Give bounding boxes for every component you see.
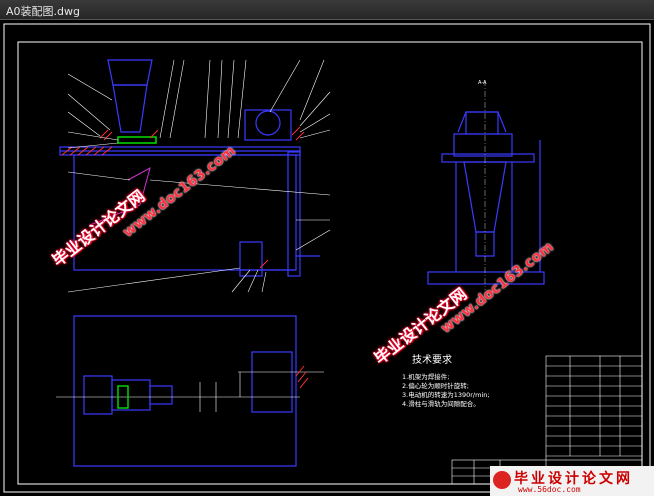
tech-line-3: 3.电动机的转速为1390r/min; [402, 391, 490, 399]
top-view [73, 315, 297, 467]
tech-requirements-title: 技术要求 [412, 355, 452, 366]
top-view-hatch [295, 365, 309, 389]
tech-requirements: 1.机架为焊接件; 2.偏心轮为顺时针旋转; 3.电动机的转速为1390r/mi… [402, 373, 490, 409]
tech-line-2: 2.偏心轮为顺时针旋转; [402, 382, 469, 390]
window-titlebar: A0装配图.dwg [0, 0, 654, 20]
logo-badge-icon [493, 471, 511, 489]
sheet-inner-border [17, 41, 643, 485]
footer-url: www.56doc.com [518, 485, 581, 494]
top-view-shafts [56, 371, 324, 412]
drawing-canvas[interactable]: A-A 技术要求 1.机架为焊接件; 2.偏心轮为顺时针旋转; 3.电动机的转速… [0, 20, 654, 496]
footer-logo: 毕业设计论文网 www.56doc.com [490, 466, 654, 496]
window-title: A0装配图.dwg [6, 5, 80, 18]
cad-drawing: A-A [3, 23, 651, 493]
section-label: A-A [478, 80, 487, 86]
tech-line-4: 4.滑柱与滑轨为间隙配合。 [402, 400, 480, 408]
sheet-outer-border [3, 23, 651, 493]
tech-line-1: 1.机架为焊接件; [402, 373, 450, 381]
